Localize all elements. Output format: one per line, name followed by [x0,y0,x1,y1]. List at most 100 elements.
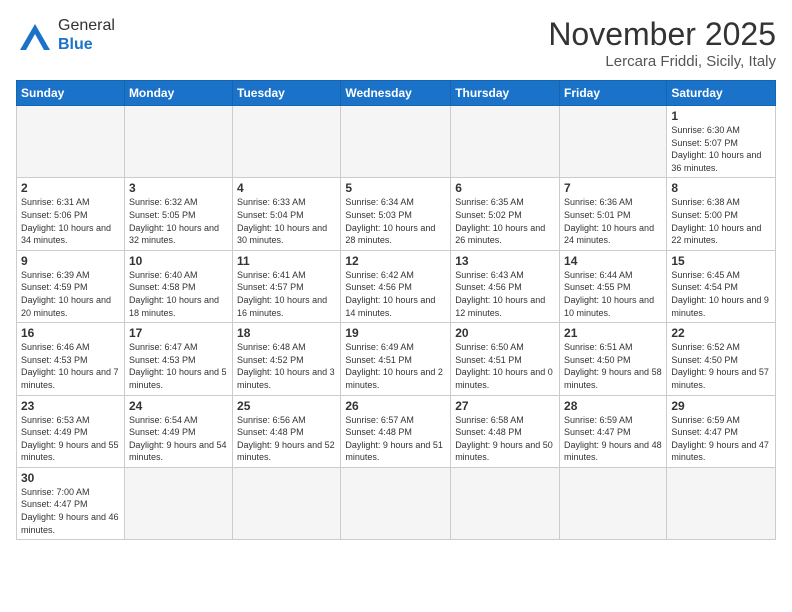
calendar-cell: 3Sunrise: 6:32 AM Sunset: 5:05 PM Daylig… [124,178,232,250]
day-info: Sunrise: 6:38 AM Sunset: 5:00 PM Dayligh… [671,196,771,246]
calendar-cell [341,467,451,539]
weekday-header-saturday: Saturday [667,81,776,106]
calendar-cell: 24Sunrise: 6:54 AM Sunset: 4:49 PM Dayli… [124,395,232,467]
calendar-cell: 4Sunrise: 6:33 AM Sunset: 5:04 PM Daylig… [233,178,341,250]
day-number: 29 [671,399,771,413]
weekday-header-thursday: Thursday [451,81,560,106]
calendar-cell: 14Sunrise: 6:44 AM Sunset: 4:55 PM Dayli… [560,250,667,322]
day-info: Sunrise: 6:58 AM Sunset: 4:48 PM Dayligh… [455,414,555,464]
day-info: Sunrise: 6:45 AM Sunset: 4:54 PM Dayligh… [671,269,771,319]
logo: General Blue [16,16,115,54]
calendar-cell [451,467,560,539]
day-number: 28 [564,399,662,413]
calendar-cell [17,106,125,178]
day-info: Sunrise: 6:31 AM Sunset: 5:06 PM Dayligh… [21,196,120,246]
header: General Blue November 2025 Lercara Fridd… [16,16,776,70]
day-number: 12 [345,254,446,268]
calendar-cell: 16Sunrise: 6:46 AM Sunset: 4:53 PM Dayli… [17,323,125,395]
calendar-cell: 18Sunrise: 6:48 AM Sunset: 4:52 PM Dayli… [233,323,341,395]
day-number: 10 [129,254,228,268]
day-info: Sunrise: 6:51 AM Sunset: 4:50 PM Dayligh… [564,341,662,391]
calendar-table: SundayMondayTuesdayWednesdayThursdayFrid… [16,80,776,540]
calendar-cell: 10Sunrise: 6:40 AM Sunset: 4:58 PM Dayli… [124,250,232,322]
calendar-cell: 2Sunrise: 6:31 AM Sunset: 5:06 PM Daylig… [17,178,125,250]
calendar-cell: 8Sunrise: 6:38 AM Sunset: 5:00 PM Daylig… [667,178,776,250]
calendar-cell [341,106,451,178]
day-number: 17 [129,326,228,340]
weekday-header-friday: Friday [560,81,667,106]
logo-text: General Blue [58,16,115,54]
day-info: Sunrise: 6:57 AM Sunset: 4:48 PM Dayligh… [345,414,446,464]
logo-icon [16,16,54,54]
day-number: 20 [455,326,555,340]
calendar-cell [560,106,667,178]
calendar-cell: 7Sunrise: 6:36 AM Sunset: 5:01 PM Daylig… [560,178,667,250]
day-info: Sunrise: 6:53 AM Sunset: 4:49 PM Dayligh… [21,414,120,464]
calendar-cell: 23Sunrise: 6:53 AM Sunset: 4:49 PM Dayli… [17,395,125,467]
day-number: 19 [345,326,446,340]
day-number: 11 [237,254,336,268]
day-number: 1 [671,109,771,123]
calendar-cell: 21Sunrise: 6:51 AM Sunset: 4:50 PM Dayli… [560,323,667,395]
day-info: Sunrise: 6:43 AM Sunset: 4:56 PM Dayligh… [455,269,555,319]
calendar-cell [124,467,232,539]
day-number: 5 [345,181,446,195]
day-info: Sunrise: 6:40 AM Sunset: 4:58 PM Dayligh… [129,269,228,319]
day-number: 21 [564,326,662,340]
day-info: Sunrise: 6:56 AM Sunset: 4:48 PM Dayligh… [237,414,336,464]
day-number: 26 [345,399,446,413]
calendar-cell: 29Sunrise: 6:59 AM Sunset: 4:47 PM Dayli… [667,395,776,467]
calendar-cell: 28Sunrise: 6:59 AM Sunset: 4:47 PM Dayli… [560,395,667,467]
weekday-header-sunday: Sunday [17,81,125,106]
day-info: Sunrise: 6:59 AM Sunset: 4:47 PM Dayligh… [564,414,662,464]
day-info: Sunrise: 6:34 AM Sunset: 5:03 PM Dayligh… [345,196,446,246]
page: General Blue November 2025 Lercara Fridd… [0,0,792,548]
day-info: Sunrise: 6:30 AM Sunset: 5:07 PM Dayligh… [671,124,771,174]
calendar-cell: 26Sunrise: 6:57 AM Sunset: 4:48 PM Dayli… [341,395,451,467]
week-row-4: 16Sunrise: 6:46 AM Sunset: 4:53 PM Dayli… [17,323,776,395]
day-info: Sunrise: 6:48 AM Sunset: 4:52 PM Dayligh… [237,341,336,391]
location-subtitle: Lercara Friddi, Sicily, Italy [548,53,776,70]
day-number: 15 [671,254,771,268]
weekday-header-tuesday: Tuesday [233,81,341,106]
day-number: 4 [237,181,336,195]
week-row-6: 30Sunrise: 7:00 AM Sunset: 4:47 PM Dayli… [17,467,776,539]
calendar-cell: 30Sunrise: 7:00 AM Sunset: 4:47 PM Dayli… [17,467,125,539]
calendar-cell [451,106,560,178]
calendar-cell [667,467,776,539]
day-number: 14 [564,254,662,268]
weekday-header-wednesday: Wednesday [341,81,451,106]
day-number: 27 [455,399,555,413]
day-info: Sunrise: 6:52 AM Sunset: 4:50 PM Dayligh… [671,341,771,391]
day-info: Sunrise: 6:59 AM Sunset: 4:47 PM Dayligh… [671,414,771,464]
day-info: Sunrise: 6:42 AM Sunset: 4:56 PM Dayligh… [345,269,446,319]
day-number: 7 [564,181,662,195]
day-info: Sunrise: 6:36 AM Sunset: 5:01 PM Dayligh… [564,196,662,246]
day-info: Sunrise: 6:47 AM Sunset: 4:53 PM Dayligh… [129,341,228,391]
day-info: Sunrise: 6:50 AM Sunset: 4:51 PM Dayligh… [455,341,555,391]
day-number: 25 [237,399,336,413]
calendar-cell: 12Sunrise: 6:42 AM Sunset: 4:56 PM Dayli… [341,250,451,322]
day-number: 18 [237,326,336,340]
week-row-5: 23Sunrise: 6:53 AM Sunset: 4:49 PM Dayli… [17,395,776,467]
day-number: 3 [129,181,228,195]
day-info: Sunrise: 6:46 AM Sunset: 4:53 PM Dayligh… [21,341,120,391]
day-info: Sunrise: 6:32 AM Sunset: 5:05 PM Dayligh… [129,196,228,246]
calendar-cell: 1Sunrise: 6:30 AM Sunset: 5:07 PM Daylig… [667,106,776,178]
day-number: 22 [671,326,771,340]
day-info: Sunrise: 6:35 AM Sunset: 5:02 PM Dayligh… [455,196,555,246]
calendar-cell: 25Sunrise: 6:56 AM Sunset: 4:48 PM Dayli… [233,395,341,467]
calendar-cell: 22Sunrise: 6:52 AM Sunset: 4:50 PM Dayli… [667,323,776,395]
weekday-header-monday: Monday [124,81,232,106]
day-info: Sunrise: 6:39 AM Sunset: 4:59 PM Dayligh… [21,269,120,319]
day-info: Sunrise: 6:44 AM Sunset: 4:55 PM Dayligh… [564,269,662,319]
weekday-header-row: SundayMondayTuesdayWednesdayThursdayFrid… [17,81,776,106]
month-title: November 2025 [548,16,776,53]
day-number: 16 [21,326,120,340]
day-number: 24 [129,399,228,413]
day-number: 30 [21,471,120,485]
title-block: November 2025 Lercara Friddi, Sicily, It… [548,16,776,70]
calendar-cell [233,467,341,539]
day-number: 2 [21,181,120,195]
day-info: Sunrise: 6:33 AM Sunset: 5:04 PM Dayligh… [237,196,336,246]
